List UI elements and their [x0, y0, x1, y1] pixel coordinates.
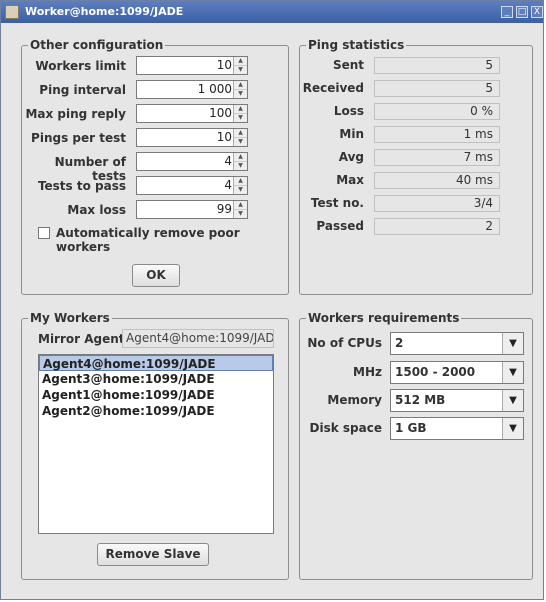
auto-remove-label: Automatically remove poor workers — [56, 226, 240, 254]
app-window: Worker@home:1099/JADE _ □ X Other config… — [0, 0, 544, 600]
remove-slave-button[interactable]: Remove Slave — [97, 543, 209, 566]
max-ping-reply-spinner[interactable]: 100 ▲ ▼ — [136, 104, 248, 123]
max-loss-label: Max loss — [67, 203, 126, 217]
chevron-down-icon[interactable]: ▼ — [502, 390, 523, 411]
sent-label: Sent — [332, 58, 364, 72]
ping-interval-label: Ping interval — [39, 83, 126, 97]
test-no-value: 3/4 — [374, 195, 500, 212]
ok-button[interactable]: OK — [132, 264, 180, 287]
disk-space-select[interactable]: 1 GB ▼ — [390, 417, 524, 440]
avg-value: 7 ms — [374, 149, 500, 166]
loss-value: 0 % — [374, 103, 500, 120]
loss-label: Loss — [333, 104, 364, 118]
maximize-button[interactable]: □ — [516, 6, 528, 18]
other-configuration-panel: Other configuration Workers limit 10 ▲ ▼ … — [21, 38, 289, 295]
received-label: Received — [302, 81, 364, 95]
max-value: 40 ms — [374, 172, 500, 189]
spinner-down-icon[interactable]: ▼ — [234, 90, 247, 98]
list-item[interactable]: Agent2@home:1099/JADE — [39, 403, 273, 419]
workers-limit-value: 10 — [216, 58, 232, 72]
passed-label: Passed — [316, 219, 364, 233]
other-configuration-title: Other configuration — [28, 38, 166, 52]
my-workers-title: My Workers — [28, 311, 112, 325]
close-button[interactable]: X — [531, 6, 543, 18]
tests-to-pass-spinner[interactable]: 4 ▲ ▼ — [136, 176, 248, 195]
workers-requirements-panel: Workers requirements No of CPUs 2 ▼ MHz … — [299, 311, 533, 580]
spinner-up-icon[interactable]: ▲ — [234, 57, 247, 66]
spinner-up-icon[interactable]: ▲ — [234, 81, 247, 90]
max-ping-reply-label: Max ping reply — [25, 107, 126, 121]
spinner-up-icon[interactable]: ▲ — [234, 105, 247, 114]
spinner-down-icon[interactable]: ▼ — [234, 138, 247, 146]
workers-requirements-title: Workers requirements — [306, 311, 462, 325]
my-workers-panel: My Workers Mirror Agent Agent4@home:1099… — [21, 311, 289, 580]
spinner-up-icon[interactable]: ▲ — [234, 153, 247, 162]
max-ping-reply-value: 100 — [209, 106, 232, 120]
ping-interval-spinner[interactable]: 1 000 ▲ ▼ — [136, 80, 248, 99]
min-value: 1 ms — [374, 126, 500, 143]
spinner-down-icon[interactable]: ▼ — [234, 186, 247, 194]
chevron-down-icon[interactable]: ▼ — [502, 362, 523, 383]
spinner-down-icon[interactable]: ▼ — [234, 162, 247, 170]
min-label: Min — [339, 127, 364, 141]
pings-per-test-value: 10 — [216, 130, 232, 144]
ping-statistics-title: Ping statistics — [306, 38, 407, 52]
spinner-up-icon[interactable]: ▲ — [234, 201, 247, 210]
chevron-down-icon[interactable]: ▼ — [502, 418, 523, 439]
mhz-select[interactable]: 1500 - 2000 ▼ — [390, 361, 524, 384]
workers-limit-label: Workers limit — [35, 59, 126, 73]
memory-label: Memory — [327, 393, 382, 407]
list-item[interactable]: Agent4@home:1099/JADE — [39, 355, 273, 371]
no-of-cpus-label: No of CPUs — [307, 336, 382, 350]
list-item[interactable]: Agent1@home:1099/JADE — [39, 387, 273, 403]
minimize-button[interactable]: _ — [501, 6, 513, 18]
spinner-down-icon[interactable]: ▼ — [234, 210, 247, 218]
ping-interval-value: 1 000 — [197, 82, 232, 96]
tests-to-pass-label: Tests to pass — [37, 179, 126, 193]
mhz-value: 1500 - 2000 — [395, 365, 476, 379]
mhz-label: MHz — [353, 365, 382, 379]
avg-label: Avg — [338, 150, 364, 164]
max-loss-spinner[interactable]: 99 ▲ ▼ — [136, 200, 248, 219]
passed-value: 2 — [374, 218, 500, 235]
chevron-down-icon[interactable]: ▼ — [502, 333, 523, 354]
max-loss-value: 99 — [216, 202, 232, 216]
no-of-cpus-select[interactable]: 2 ▼ — [390, 332, 524, 355]
no-of-cpus-value: 2 — [395, 336, 404, 350]
test-no-label: Test no. — [310, 196, 364, 210]
list-item[interactable]: Agent3@home:1099/JADE — [39, 371, 273, 387]
auto-remove-checkbox[interactable] — [38, 227, 50, 239]
memory-select[interactable]: 512 MB ▼ — [390, 389, 524, 412]
mirror-agent-field: Agent4@home:1099/JADE — [122, 329, 274, 348]
spinner-down-icon[interactable]: ▼ — [234, 114, 247, 122]
pings-per-test-label: Pings per test — [31, 131, 126, 145]
workers-list[interactable]: Agent4@home:1099/JADE Agent3@home:1099/J… — [38, 354, 274, 534]
spinner-up-icon[interactable]: ▲ — [234, 129, 247, 138]
title-bar[interactable]: Worker@home:1099/JADE _ □ X — [1, 1, 543, 23]
received-value: 5 — [374, 80, 500, 97]
workers-limit-spinner[interactable]: 10 ▲ ▼ — [136, 56, 248, 75]
tests-to-pass-value: 4 — [224, 178, 232, 192]
max-label: Max — [336, 173, 364, 187]
disk-space-label: Disk space — [309, 421, 382, 435]
sent-value: 5 — [374, 57, 500, 74]
memory-value: 512 MB — [395, 393, 446, 407]
pings-per-test-spinner[interactable]: 10 ▲ ▼ — [136, 128, 248, 147]
disk-space-value: 1 GB — [395, 421, 427, 435]
app-icon — [5, 5, 19, 19]
spinner-down-icon[interactable]: ▼ — [234, 66, 247, 74]
spinner-up-icon[interactable]: ▲ — [234, 177, 247, 186]
number-of-tests-value: 4 — [224, 154, 232, 168]
mirror-agent-label: Mirror Agent — [38, 332, 125, 346]
number-of-tests-spinner[interactable]: 4 ▲ ▼ — [136, 152, 248, 171]
window-title: Worker@home:1099/JADE — [25, 5, 184, 18]
ping-statistics-panel: Ping statistics Sent 5 Received 5 Loss 0… — [299, 38, 533, 295]
